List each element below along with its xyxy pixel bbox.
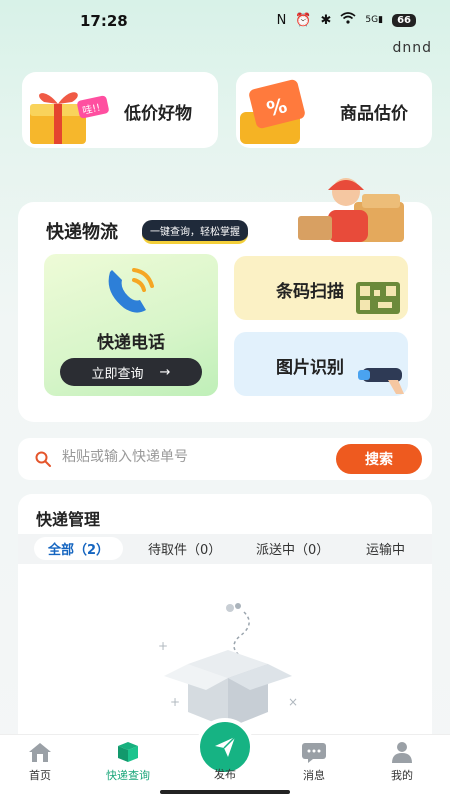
status-bar: 17:28 N ⏰ ✱ 5G▮ 66: [0, 0, 450, 40]
user-name[interactable]: dnnd: [392, 40, 432, 56]
image-recognition-label: 图片识别: [276, 358, 344, 378]
wifi-icon: [340, 12, 356, 28]
status-icons: N ⏰ ✱ 5G▮ 66: [277, 12, 416, 28]
nfc-icon: N: [276, 12, 287, 28]
phone-icon: [108, 268, 154, 313]
svg-text:×: ×: [288, 695, 298, 709]
nav-home[interactable]: 首页: [10, 741, 70, 783]
express-management-panel: 快递管理 全部（2） 待取件（0） 派送中（0） 运输中 + + ×: [18, 494, 432, 740]
box-icon: [118, 742, 138, 762]
status-tabs: 全部（2） 待取件（0） 派送中（0） 运输中: [18, 534, 432, 564]
logistics-badge: 一键查询，轻松掌握: [142, 220, 248, 244]
tab-delivering[interactable]: 派送中（0）: [256, 539, 329, 558]
signal-icon: 5G▮: [365, 15, 384, 25]
nav-express-query-label: 快递查询: [106, 769, 150, 782]
image-recognition-card[interactable]: 图片识别: [234, 332, 408, 396]
express-phone-card[interactable]: 快递电话 立即查询 →: [44, 254, 218, 396]
tab-in-transit[interactable]: 运输中: [366, 539, 405, 558]
gift-box-icon: 哇!!: [30, 92, 109, 144]
tracking-number-input[interactable]: [62, 449, 332, 465]
promo-label: 低价好物: [124, 104, 192, 124]
battery-indicator: 66: [392, 13, 416, 27]
scanner-icon: [358, 368, 404, 394]
svg-text:+: +: [170, 695, 180, 709]
paper-plane-icon: [215, 736, 236, 757]
tab-all[interactable]: 全部（2）: [34, 537, 124, 560]
home-indicator: [160, 790, 290, 794]
tracking-search-bar: 搜索: [18, 438, 432, 480]
barcode-scan-card[interactable]: 条码扫描: [234, 256, 408, 320]
discount-coupon-icon: %: [240, 79, 305, 144]
user-icon: [392, 742, 412, 763]
query-now-label: 立即查询: [91, 366, 144, 382]
search-button[interactable]: 搜索: [336, 444, 422, 474]
nav-profile-label: 我的: [391, 769, 413, 782]
network-type: 5G: [365, 15, 379, 25]
home-icon: [29, 743, 51, 762]
status-time: 17:28: [80, 12, 128, 30]
promo-card-cheap-goods[interactable]: 哇!! 低价好物: [22, 72, 218, 148]
courier-illustration: [298, 178, 404, 242]
nav-home-label: 首页: [29, 769, 51, 782]
nav-messages-label: 消息: [303, 769, 325, 782]
publish-label: 发布: [214, 768, 236, 781]
barcode-scan-label: 条码扫描: [276, 282, 344, 302]
nav-profile[interactable]: 我的: [372, 741, 432, 783]
qr-code-icon: [356, 282, 400, 314]
logistics-title: 快递物流: [46, 222, 118, 243]
nav-express-query[interactable]: 快递查询: [98, 741, 158, 783]
promo-card-price-estimate[interactable]: % 商品估价: [236, 72, 432, 148]
message-icon: [302, 743, 326, 763]
empty-box-illustration: + + ×: [158, 603, 298, 728]
alarm-icon: ⏰: [295, 12, 312, 28]
express-management-title: 快递管理: [36, 510, 101, 529]
nav-messages[interactable]: 消息: [284, 741, 344, 783]
promo-label: 商品估价: [340, 104, 408, 124]
arrow-right-icon: →: [159, 364, 171, 380]
search-icon: [35, 451, 51, 467]
svg-text:+: +: [158, 639, 168, 653]
query-now-button[interactable]: 立即查询 →: [60, 358, 202, 386]
bluetooth-icon: ✱: [320, 12, 332, 28]
express-phone-label: 快递电话: [97, 333, 165, 353]
tab-pending-pickup[interactable]: 待取件（0）: [148, 539, 221, 558]
